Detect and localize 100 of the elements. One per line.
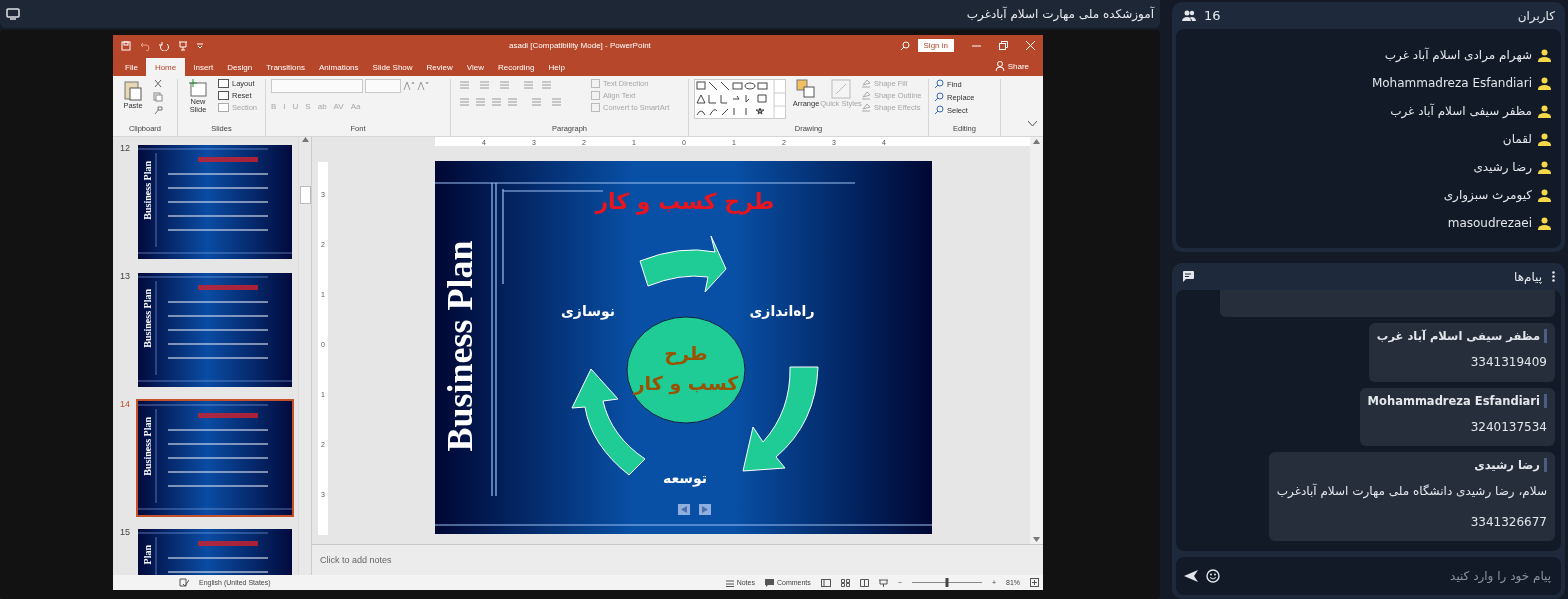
collapse-ribbon-icon[interactable] <box>1028 121 1037 127</box>
user-name[interactable]: مظفر سیفی اسلام آباد غرب <box>1390 104 1532 118</box>
slide-thumbnail[interactable]: Plan <box>136 527 294 575</box>
slide-layout-icon <box>218 91 229 100</box>
user-icon <box>1538 132 1551 146</box>
new-slide-icon[interactable] <box>188 79 208 97</box>
screen-share-icon[interactable] <box>6 8 20 20</box>
spelling-icon[interactable] <box>179 578 189 587</box>
grow-font-icon[interactable] <box>403 81 415 91</box>
ribbon-tab[interactable]: Insert <box>187 59 220 76</box>
font-name-field[interactable] <box>271 79 363 93</box>
user-name[interactable]: Mohammadreza Esfandiari <box>1371 76 1532 90</box>
message-input-bar[interactable]: پیام خود را وارد کنید <box>1176 557 1561 595</box>
slide-layout-icon <box>218 103 229 112</box>
slide-layout-icon <box>218 79 229 88</box>
slide-thumbnail[interactable]: Business Plan <box>136 399 294 517</box>
diagram-label: نوسازی <box>561 303 615 319</box>
message-text: سلام، رضا رشیدی دانشگاه ملی مهارت اسلام آبادغرب <box>1276 482 1547 501</box>
undo-icon[interactable] <box>140 40 150 51</box>
user-name[interactable]: masoudrezaei <box>1447 216 1532 230</box>
diagram-label: راه‌اندازی <box>749 303 815 319</box>
user-icon <box>1538 188 1551 202</box>
ribbon-tab[interactable]: Help <box>542 59 571 76</box>
slide-number: 13 <box>119 271 130 283</box>
customize-icon[interactable] <box>197 42 203 49</box>
magnifier-icon <box>934 92 944 102</box>
comment-icon[interactable] <box>764 578 774 587</box>
reading-view-icon[interactable] <box>859 578 869 587</box>
paint-bucket-icon <box>861 91 871 100</box>
grid-view-icon[interactable] <box>840 578 850 587</box>
shared-screen-title: آموزشکده ملی مهارت اسلام آبادغرب <box>966 7 1154 21</box>
ribbon-tab[interactable]: Transitions <box>260 59 311 76</box>
redo-icon[interactable] <box>159 40 169 51</box>
message-sender: مظفر سیفی اسلام آباد غرب <box>1376 329 1547 343</box>
normal-view-icon[interactable] <box>820 578 831 587</box>
scrollbar-thumb[interactable] <box>299 186 311 204</box>
thumbnail-side-title: Business Plan <box>142 289 153 348</box>
ribbon-tab[interactable]: View <box>460 59 491 76</box>
slide-title: طرح کسب و کار <box>595 188 775 214</box>
user-icon <box>1538 160 1551 174</box>
slideshow-icon[interactable] <box>878 578 888 587</box>
presentation-icon[interactable] <box>178 40 188 51</box>
paint-bucket-icon <box>861 79 871 88</box>
scroll-down-icon[interactable] <box>1033 537 1040 542</box>
fit-slide-icon[interactable] <box>1030 578 1039 587</box>
ribbon-tab[interactable]: Animations <box>313 59 365 76</box>
more-options-icon[interactable] <box>1552 271 1555 282</box>
text-box-icon <box>591 103 600 112</box>
text-box-icon <box>591 79 600 88</box>
slide-side-title: Business Plan <box>439 240 481 452</box>
ribbon-tab[interactable]: Home <box>145 58 186 76</box>
slide-nav-drawing <box>678 504 711 515</box>
share-button[interactable]: Share <box>1007 61 1029 71</box>
ribbon-tab[interactable]: Recording <box>492 59 541 76</box>
thumbnail-side-title: Plan <box>142 545 153 565</box>
person-icon[interactable] <box>994 61 1005 71</box>
people-icon <box>1182 10 1196 21</box>
slide-thumbnail[interactable]: Business Plan <box>136 143 294 261</box>
magnifier-icon <box>934 105 944 115</box>
user-name[interactable]: شهرام مرادی اسلام آباد غرب <box>1384 48 1532 62</box>
zoom-slider-thumb[interactable] <box>945 578 949 587</box>
font-size-field[interactable] <box>365 79 401 93</box>
slide-number: 12 <box>119 143 130 155</box>
shrink-font-icon[interactable] <box>417 81 429 91</box>
message-input[interactable]: پیام خود را وارد کنید <box>1228 568 1553 584</box>
chat-icon <box>1182 271 1194 282</box>
user-name[interactable]: لقمان <box>1502 132 1532 146</box>
slide-thumbnail[interactable]: Business Plan <box>136 271 294 389</box>
ribbon-tab[interactable]: File <box>119 59 144 76</box>
arrange-icon[interactable] <box>796 79 816 99</box>
user-name[interactable]: کیومرث سبزواری <box>1443 188 1532 202</box>
slide-number: 14 <box>119 399 130 411</box>
restore-icon[interactable] <box>999 41 1008 50</box>
message-sender: رضا رشیدی <box>1276 458 1547 473</box>
ribbon-tab[interactable]: Slide Show <box>366 59 419 76</box>
emoji-icon[interactable] <box>1206 569 1220 583</box>
copy-icon[interactable] <box>153 92 163 102</box>
scroll-up-icon[interactable] <box>1033 139 1040 144</box>
ribbon-tab[interactable]: Review <box>420 59 459 76</box>
close-icon[interactable] <box>1026 41 1035 50</box>
thumbnail-side-title: Business Plan <box>142 417 153 476</box>
shapes-gallery-icon[interactable] <box>694 79 786 119</box>
user-count: 16 <box>1204 8 1221 23</box>
sign-in-button[interactable]: Sign in <box>917 39 954 52</box>
notes-icon[interactable] <box>725 578 734 587</box>
scissors-icon[interactable] <box>153 79 163 89</box>
user-name[interactable]: رضا رشیدی <box>1473 160 1532 174</box>
save-icon[interactable] <box>121 40 131 51</box>
search-icon[interactable] <box>899 40 910 51</box>
message-text: 3341326677 <box>1469 513 1547 531</box>
notes-field[interactable]: Click to add notes <box>312 544 1043 575</box>
brush-icon[interactable] <box>153 105 163 115</box>
ribbon-tab[interactable]: Design <box>221 59 259 76</box>
text-box-icon <box>591 91 600 100</box>
user-icon <box>1538 104 1551 118</box>
send-icon[interactable] <box>1184 570 1198 582</box>
paint-bucket-icon <box>861 103 871 112</box>
clipboard-icon[interactable] <box>123 79 143 101</box>
slide-number: 15 <box>119 527 130 539</box>
circle-text: طرح <box>664 342 708 364</box>
